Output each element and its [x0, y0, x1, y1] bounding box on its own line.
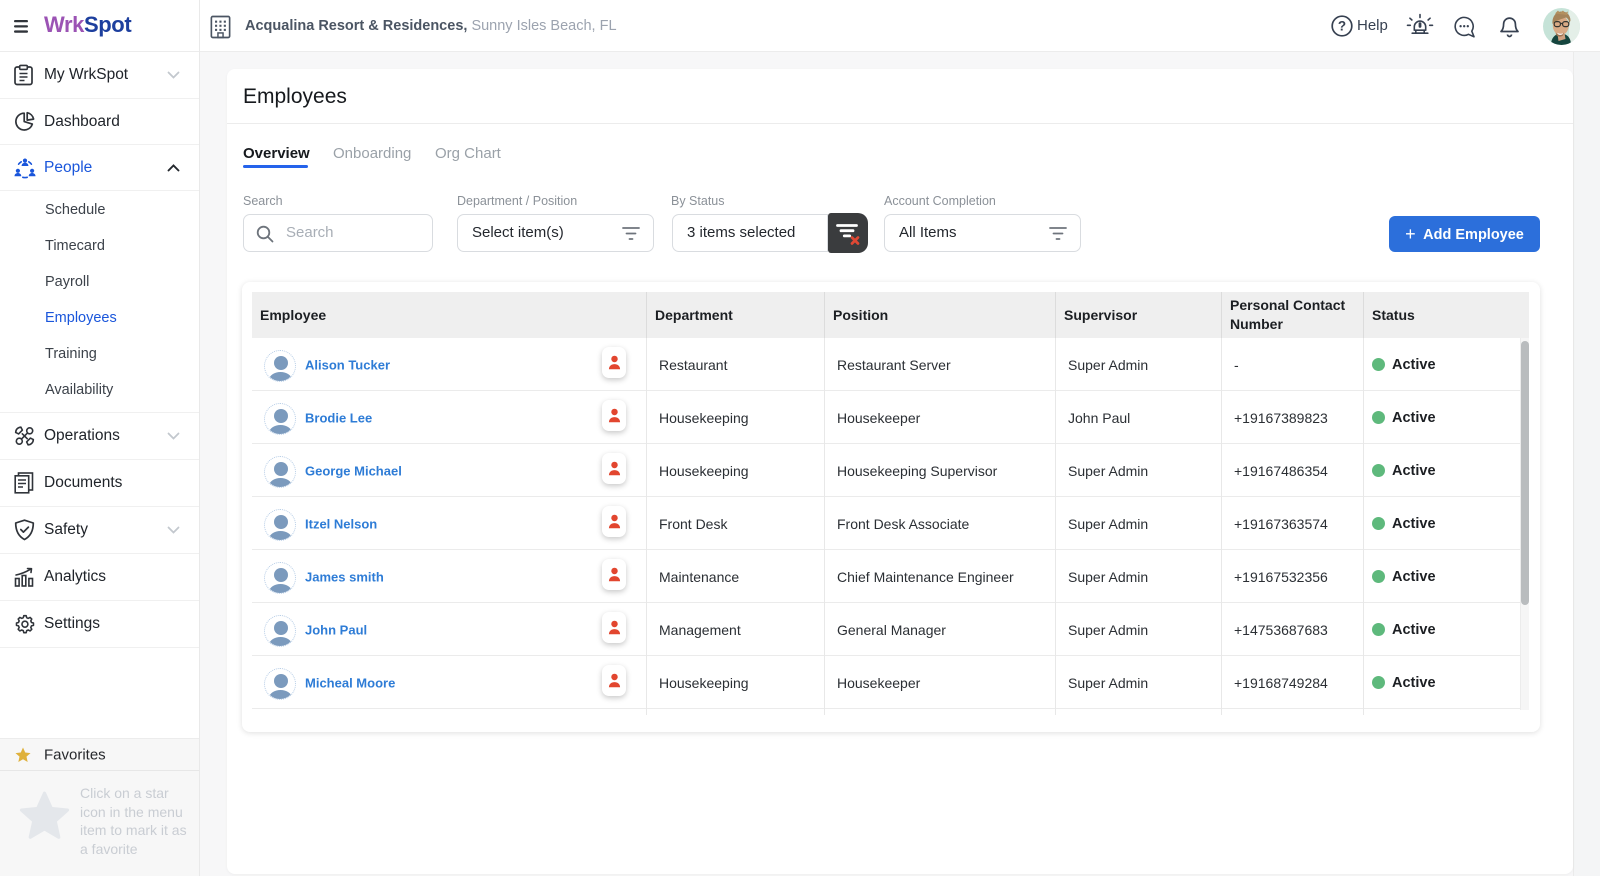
svg-text:?: ? [1338, 19, 1346, 34]
